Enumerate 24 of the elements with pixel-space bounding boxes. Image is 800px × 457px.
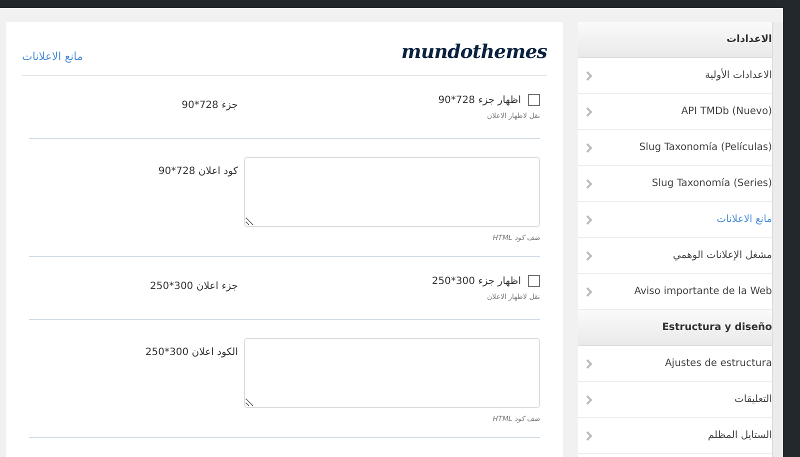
sidebar-heading: الاعدادات [578, 22, 772, 58]
chevron-icon [586, 250, 593, 260]
chevron-icon [586, 70, 593, 80]
chevron-icon [586, 214, 593, 224]
chevron-icon [586, 394, 593, 404]
field-label: كود اعلان 728*90 [158, 165, 238, 177]
chevron-icon [586, 430, 593, 440]
chevron-icon [586, 178, 593, 188]
field-label: جزء اعلان 300*250 [150, 280, 238, 292]
chevron-icon [586, 106, 593, 116]
field-label: جزء 728*90 [182, 99, 238, 111]
chevron-icon [586, 142, 593, 152]
checkbox-label: اظهار جزء 300*250 [432, 276, 521, 286]
code-field[interactable] [244, 157, 540, 227]
code-field[interactable] [244, 338, 540, 408]
sidebar-heading: Estructura y diseño [578, 310, 772, 346]
section-title: مانع الاعلانات [22, 50, 83, 63]
checkbox-label: اظهار جزء 728*90 [438, 94, 521, 106]
chevron-icon [586, 358, 593, 368]
checkbox[interactable] [528, 94, 540, 106]
checkbox[interactable] [528, 275, 540, 287]
chevron-icon [586, 286, 593, 296]
logo: mundothemes [401, 41, 547, 63]
field-label: الكود اعلان 300*250 [145, 346, 238, 358]
